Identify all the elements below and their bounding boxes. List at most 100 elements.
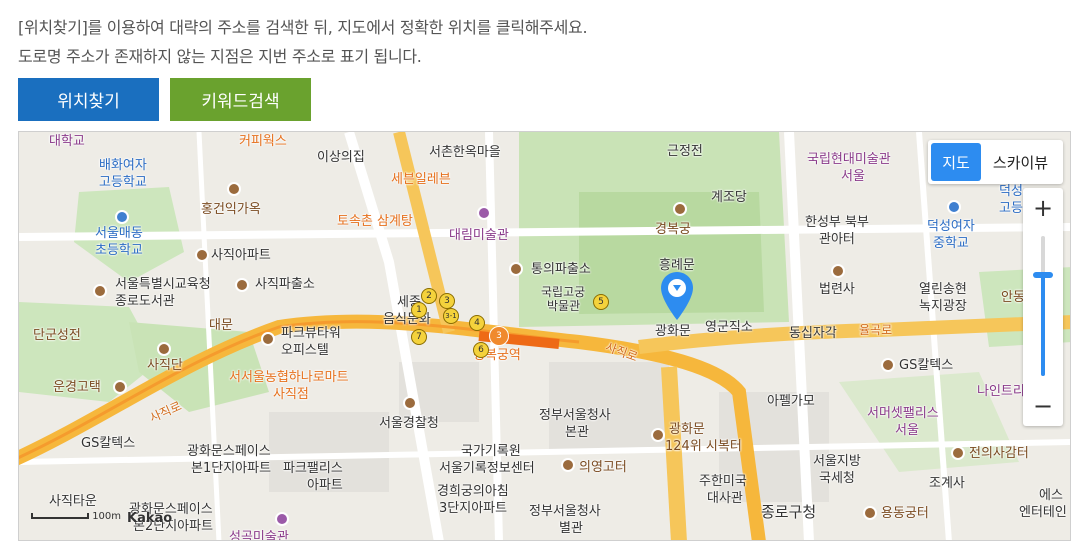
poi-icon bbox=[227, 182, 241, 196]
label-tongui-police: 통의파출소 bbox=[531, 262, 591, 277]
label-seoul-govt-2: 본관 bbox=[565, 425, 589, 440]
label-ses-2: 엔터테인 bbox=[1019, 505, 1067, 520]
label-seonggok: 성곡미술관 bbox=[229, 530, 289, 541]
label-govt-annex: 정부서울청사 bbox=[529, 504, 601, 519]
subway-exit-badge: 5 bbox=[593, 294, 609, 310]
label-us-embassy: 주한미국 bbox=[699, 474, 747, 489]
label-gwanghwamun: 광화문 bbox=[655, 324, 691, 339]
label-yulgokro: 율곡로 bbox=[859, 323, 893, 337]
poi-icon bbox=[561, 458, 575, 472]
label-isang-house: 이상의집 bbox=[317, 150, 365, 165]
temple-icon bbox=[831, 264, 845, 278]
label-us-embassy-2: 대사관 bbox=[707, 491, 743, 506]
poi-icon bbox=[673, 202, 687, 216]
label-baehwa-2: 고등학교 bbox=[99, 175, 147, 190]
label-yongdong: 용동궁터 bbox=[881, 506, 929, 521]
label-gwanghwamun-space-2: 본1단지아파트 bbox=[191, 461, 272, 476]
label-mercelle: 서머셋팰리스 bbox=[867, 406, 939, 421]
label-seoul-police: 서울경찰청 bbox=[379, 416, 439, 431]
label-ses: 에스 bbox=[1039, 488, 1063, 503]
map-type-map-button[interactable]: 지도 bbox=[931, 143, 981, 181]
school-icon bbox=[115, 210, 129, 224]
label-sajiktown: 사직타운 bbox=[49, 494, 97, 509]
police-icon bbox=[403, 396, 417, 410]
label-hanseongbu-2: 관아터 bbox=[819, 232, 855, 247]
label-gwanghwamun-space: 광화문스페이스 bbox=[187, 444, 271, 459]
poi-icon bbox=[951, 446, 965, 460]
label-deokseong-2: 고등 bbox=[999, 201, 1023, 216]
subway-exit-badge: 3 bbox=[439, 293, 455, 309]
zoom-slider-fill bbox=[1041, 275, 1045, 376]
subway-exit-badge: 4 bbox=[469, 315, 485, 331]
label-gwanghwamun-124-2: 124위 시복터 bbox=[665, 439, 742, 454]
label-sajik-apt: 사직아파트 bbox=[211, 248, 271, 263]
label-sajik-police: 사직파출소 bbox=[255, 277, 315, 292]
label-seven-eleven: 세븐일레븐 bbox=[391, 172, 451, 187]
label-gyeonghui-2: 3단지아파트 bbox=[439, 501, 508, 516]
label-nine-tree: 나인트리 bbox=[977, 384, 1025, 399]
label-seoul-tax-2: 국세청 bbox=[819, 471, 855, 486]
label-yeolin-2: 녹지광장 bbox=[919, 299, 967, 314]
label-gyeongbokgung: 경복궁 bbox=[655, 222, 691, 237]
label-jeonuisa: 전의사감터 bbox=[969, 446, 1029, 461]
poi-icon bbox=[157, 342, 171, 356]
poi-icon bbox=[195, 248, 209, 262]
label-beopnyeonsa: 법련사 bbox=[819, 282, 855, 297]
label-geunjeongjeon: 근정전 bbox=[667, 144, 703, 159]
label-national-records: 국가기록원 bbox=[461, 444, 521, 459]
label-coffee: 커피웍스 bbox=[239, 134, 287, 149]
label-park-view: 파크뷰타워 bbox=[281, 326, 341, 341]
guide-text-line2: 도로명 주소가 존재하지 않는 지점은 지번 주소로 표기 됩니다. bbox=[18, 47, 422, 66]
subway-exit-badge: 2 bbox=[421, 288, 437, 304]
find-location-button[interactable]: 위치찾기 bbox=[18, 78, 159, 121]
label-mercelle-2: 서울 bbox=[895, 423, 919, 438]
guide-text-line1: [위치찾기]를 이용하여 대략의 주소를 검색한 뒤, 지도에서 정확한 위치를… bbox=[18, 18, 588, 37]
label-seoul-top: 서울 bbox=[841, 169, 865, 184]
police-icon bbox=[235, 278, 249, 292]
label-hanseongbu: 한성부 북부 bbox=[805, 215, 869, 230]
label-records-2: 서울기록정보센터 bbox=[439, 461, 535, 476]
label-gwanghwamun-124: 광화문 bbox=[669, 422, 705, 437]
label-andong: 안동 bbox=[1001, 290, 1025, 305]
label-deokseong: 덕성 bbox=[999, 184, 1023, 199]
label-gyeonghui: 경희궁의아침 bbox=[437, 484, 509, 499]
label-dangun: 단군성전 bbox=[33, 328, 81, 343]
label-seoul-tax: 서울지방 bbox=[813, 454, 861, 469]
gas-station-icon bbox=[881, 358, 895, 372]
label-gyejodang: 계조당 bbox=[711, 190, 747, 205]
subway-station-badge: 3 bbox=[489, 326, 509, 346]
label-apel: 아펠가모 bbox=[767, 394, 815, 409]
label-yeolin: 열린송현 bbox=[919, 282, 967, 297]
keyword-search-button[interactable]: 키워드검색 bbox=[170, 78, 311, 121]
map-scale: 100m bbox=[31, 511, 121, 522]
map-view[interactable]: 대학교 커피웍스 이상의집 서촌한옥마을 근정전 국립현대미술관 서울 배화여자… bbox=[18, 131, 1071, 541]
label-maedong: 서울매동 bbox=[95, 226, 143, 241]
label-university: 대학교 bbox=[49, 134, 85, 149]
police-icon bbox=[509, 262, 523, 276]
label-mmca: 국립현대미술관 bbox=[807, 152, 891, 167]
subway-exit-badge: 3-1 bbox=[443, 308, 459, 324]
map-type-control: 지도 스카이뷰 bbox=[928, 140, 1063, 184]
kakao-logo: Kakao bbox=[127, 511, 173, 526]
zoom-slider-handle[interactable] bbox=[1033, 272, 1053, 279]
label-tosokchon: 토속촌 삼계탕 bbox=[337, 214, 413, 229]
poi-icon bbox=[863, 506, 877, 520]
label-sajikdan: 사직단 bbox=[147, 358, 183, 373]
label-nonghyup: 서서울농협하나로마트 bbox=[229, 370, 349, 385]
label-park-palace: 파크팰리스 bbox=[283, 461, 343, 476]
map-base bbox=[19, 132, 1070, 540]
zoom-out-button[interactable]: − bbox=[1023, 386, 1063, 426]
scale-label: 100m bbox=[92, 511, 122, 522]
poi-icon bbox=[261, 332, 275, 346]
label-jongno-gu: 종로구청 bbox=[761, 503, 817, 521]
location-marker-icon[interactable] bbox=[661, 272, 693, 320]
zoom-in-button[interactable]: + bbox=[1023, 188, 1063, 228]
label-seochon: 서촌한옥마을 bbox=[429, 145, 501, 160]
label-jongno-library: 종로도서관 bbox=[115, 294, 175, 309]
school-icon bbox=[947, 200, 961, 214]
label-national-palace-2: 박물관 bbox=[547, 299, 581, 313]
map-type-skyview-button[interactable]: 스카이뷰 bbox=[981, 143, 1060, 181]
subway-exit-badge: 1 bbox=[411, 302, 427, 318]
label-ungyeong: 운경고택 bbox=[53, 380, 101, 395]
label-seoul-govt: 정부서울청사 bbox=[539, 408, 611, 423]
